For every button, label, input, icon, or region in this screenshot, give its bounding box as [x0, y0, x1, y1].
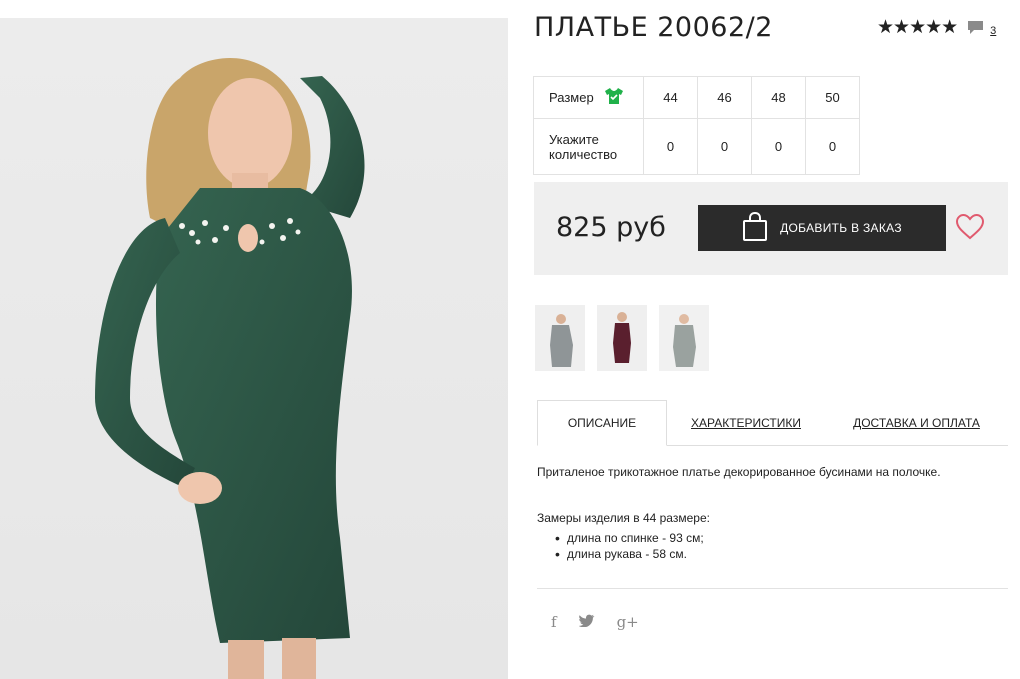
- list-item: длина по спинке - 93 см;: [555, 530, 1007, 546]
- twitter-icon[interactable]: [578, 613, 595, 631]
- google-plus-icon[interactable]: g+: [617, 613, 639, 631]
- facebook-icon[interactable]: f: [551, 613, 557, 631]
- rating[interactable]: ★★★★★ 3: [877, 18, 996, 37]
- add-to-order-button[interactable]: ДОБАВИТЬ В ЗАКАЗ: [698, 205, 946, 251]
- quantity-input[interactable]: 0: [805, 118, 860, 175]
- list-item: длина рукава - 58 см.: [555, 546, 1007, 562]
- measurements-title: Замеры изделия в 44 размере:: [537, 511, 710, 525]
- price: 825 руб: [556, 212, 666, 243]
- shopping-bag-icon: [742, 211, 768, 245]
- tshirt-icon[interactable]: [604, 87, 624, 108]
- size-label: Размер: [549, 90, 594, 105]
- thumbnail-light-dress[interactable]: [659, 305, 709, 371]
- add-to-order-label: ДОБАВИТЬ В ЗАКАЗ: [780, 221, 902, 235]
- measurements-list: длина по спинке - 93 см; длина рукава - …: [537, 530, 1007, 562]
- size-cell: 46: [697, 76, 752, 119]
- product-title: ПЛАТЬЕ 20062/2: [534, 12, 773, 43]
- description-text: Приталеное трикотажное платье декорирова…: [537, 465, 941, 479]
- tab-description[interactable]: ОПИСАНИЕ: [537, 400, 667, 446]
- product-tabs: ОПИСАНИЕ ХАРАКТЕРИСТИКИ ДОСТАВКА И ОПЛАТ…: [537, 400, 1008, 446]
- tab-delivery[interactable]: ДОСТАВКА И ОПЛАТА: [825, 400, 1008, 445]
- review-count-link[interactable]: 3: [990, 25, 996, 37]
- thumbnail-gray-dress[interactable]: [535, 305, 585, 371]
- quantity-row: Укажите количество 0 0 0 0: [533, 118, 860, 175]
- star-rating[interactable]: ★★★★★: [877, 18, 958, 37]
- size-table: Размер 44 46 48 50 Укажите количество 0 …: [533, 76, 860, 175]
- quantity-input[interactable]: 0: [751, 118, 806, 175]
- thumbnail-list: [535, 305, 721, 371]
- size-label-cell: Размер: [533, 76, 644, 119]
- size-cell: 48: [751, 76, 806, 119]
- social-share: f g+: [551, 613, 661, 631]
- description: Приталеное трикотажное платье декорирова…: [537, 464, 1007, 562]
- thumbnail-burgundy-dress[interactable]: [597, 305, 647, 371]
- heart-icon[interactable]: [955, 213, 985, 245]
- comment-icon[interactable]: [967, 20, 984, 35]
- main-product-image[interactable]: [0, 18, 508, 679]
- size-cell: 50: [805, 76, 860, 119]
- quantity-label: Укажите количество: [533, 118, 644, 175]
- size-row: Размер 44 46 48 50: [533, 76, 860, 119]
- size-cell: 44: [643, 76, 698, 119]
- tab-characteristics[interactable]: ХАРАКТЕРИСТИКИ: [667, 400, 825, 445]
- quantity-input[interactable]: 0: [643, 118, 698, 175]
- quantity-input[interactable]: 0: [697, 118, 752, 175]
- price-box: 825 руб ДОБАВИТЬ В ЗАКАЗ: [534, 182, 1008, 275]
- divider: [537, 588, 1008, 589]
